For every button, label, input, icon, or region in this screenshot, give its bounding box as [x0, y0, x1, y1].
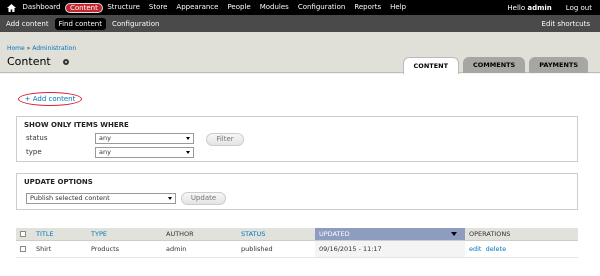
- toolbar-item-dashboard[interactable]: Dashboard: [18, 0, 65, 15]
- main-content: + Add content SHOW ONLY ITEMS WHERE stat…: [0, 74, 600, 276]
- hello-text: Hello admin: [507, 4, 551, 12]
- add-content-link[interactable]: + Add content: [18, 92, 82, 106]
- toolbar-item-reports[interactable]: Reports: [350, 0, 386, 15]
- breadcrumb-separator: »: [26, 45, 31, 52]
- column-status[interactable]: STATUS: [237, 228, 315, 241]
- status-select[interactable]: any: [95, 133, 194, 144]
- logout-link[interactable]: Log out: [566, 4, 592, 12]
- delete-link[interactable]: delete: [486, 245, 506, 253]
- breadcrumb-home[interactable]: Home: [7, 45, 25, 52]
- admin-toolbar: Dashboard Content Structure Store Appear…: [0, 0, 600, 15]
- status-select-value: any: [99, 134, 111, 142]
- toolbar-item-store[interactable]: Store: [144, 0, 172, 15]
- select-all-header: [16, 228, 32, 241]
- filter-fieldset: SHOW ONLY ITEMS WHERE status any type an…: [16, 116, 578, 162]
- toolbar-item-content[interactable]: Content: [64, 2, 103, 13]
- column-author: AUTHOR: [162, 228, 237, 241]
- update-title: UPDATE OPTIONS: [24, 178, 93, 186]
- add-shortcut-icon[interactable]: [62, 58, 69, 65]
- edit-link[interactable]: edit: [469, 245, 481, 253]
- chevron-down-icon: [186, 137, 190, 140]
- shortcuts-bar: Add content Find content Configuration E…: [0, 15, 600, 32]
- shortcut-find-content[interactable]: Find content: [54, 17, 106, 30]
- shortcut-add-content[interactable]: Add content: [2, 18, 53, 30]
- tab-payments[interactable]: PAYMENTS: [529, 57, 588, 73]
- page-header: Home » Administration Content CONTENT CO…: [0, 32, 600, 74]
- username-link[interactable]: admin: [527, 4, 551, 12]
- row-status: published: [237, 240, 315, 258]
- edit-shortcuts-link[interactable]: Edit shortcuts: [542, 20, 600, 28]
- row-author-link[interactable]: admin: [162, 240, 237, 258]
- page-title: Content: [7, 55, 51, 68]
- toolbar-menu: Dashboard Content Structure Store Appear…: [18, 0, 411, 15]
- chevron-down-icon: [168, 197, 172, 200]
- filter-title: SHOW ONLY ITEMS WHERE: [24, 121, 129, 129]
- tab-comments[interactable]: COMMENTS: [463, 57, 526, 73]
- hello-label: Hello: [507, 3, 526, 12]
- tab-content[interactable]: CONTENT: [402, 57, 460, 74]
- breadcrumb-administration[interactable]: Administration: [32, 45, 76, 52]
- toolbar-item-appearance[interactable]: Appearance: [172, 0, 223, 15]
- page-title-wrap: Content: [7, 55, 69, 68]
- toolbar-item-people[interactable]: People: [223, 0, 255, 15]
- status-label: status: [26, 134, 48, 142]
- update-action-value: Publish selected content: [30, 194, 110, 202]
- row-checkbox-cell: [16, 240, 32, 258]
- column-updated-label: UPDATED: [319, 229, 350, 238]
- type-select-value: any: [99, 148, 111, 156]
- column-operations: OPERATIONS: [465, 228, 578, 241]
- toolbar-item-configuration[interactable]: Configuration: [293, 0, 349, 15]
- table-row: Shirt Products admin published 09/16/201…: [16, 240, 578, 258]
- row-operations: edit delete: [465, 240, 578, 258]
- select-all-checkbox[interactable]: [20, 230, 26, 237]
- type-select[interactable]: any: [95, 147, 194, 158]
- toolbar-item-modules[interactable]: Modules: [255, 0, 293, 15]
- content-table: TITLE TYPE AUTHOR STATUS UPDATED OPERATI…: [16, 228, 578, 258]
- column-title[interactable]: TITLE: [32, 228, 87, 241]
- update-action-select[interactable]: Publish selected content: [26, 193, 176, 204]
- update-fieldset: UPDATE OPTIONS Publish selected content …: [16, 173, 578, 210]
- shortcut-configuration[interactable]: Configuration: [108, 18, 163, 30]
- breadcrumb: Home » Administration: [7, 45, 76, 52]
- filter-button[interactable]: Filter: [206, 133, 244, 146]
- primary-tabs: CONTENT COMMENTS PAYMENTS: [399, 57, 588, 74]
- column-type[interactable]: TYPE: [87, 228, 162, 241]
- toolbar-user-area: Hello admin Log out: [507, 4, 600, 12]
- row-checkbox[interactable]: [20, 245, 26, 252]
- update-button[interactable]: Update: [181, 192, 226, 205]
- type-label: type: [26, 148, 42, 156]
- home-icon[interactable]: [4, 0, 18, 15]
- column-updated[interactable]: UPDATED: [315, 228, 465, 241]
- row-type: Products: [87, 240, 162, 258]
- row-title-link[interactable]: Shirt: [32, 240, 87, 258]
- toolbar-item-help[interactable]: Help: [386, 0, 411, 15]
- toolbar-item-structure[interactable]: Structure: [103, 0, 145, 15]
- sort-descending-icon: [451, 232, 457, 236]
- chevron-down-icon: [186, 151, 190, 154]
- table-header-row: TITLE TYPE AUTHOR STATUS UPDATED OPERATI…: [16, 228, 578, 241]
- row-updated: 09/16/2015 - 11:17: [315, 240, 465, 258]
